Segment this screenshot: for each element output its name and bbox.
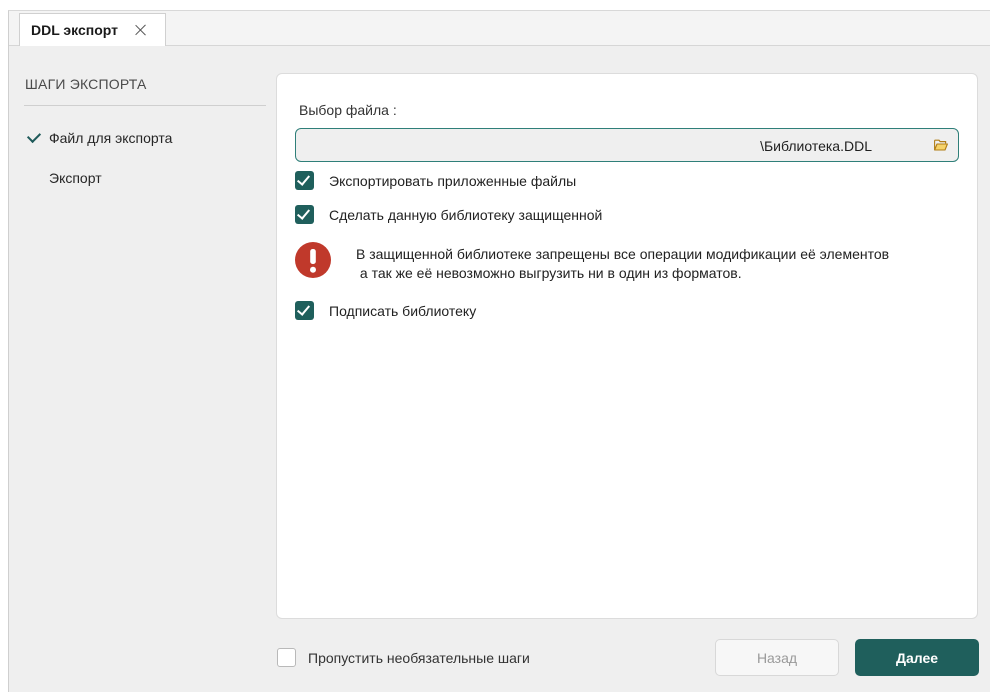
export-window: DDL экспорт ШАГИ ЭКСПОРТА Файл для экспо… [8, 10, 990, 692]
warning-line-2: а так же её невозможно выгрузить ни в од… [356, 265, 742, 281]
exclamation-icon [295, 242, 331, 278]
tab-ddl-export[interactable]: DDL экспорт [19, 13, 166, 46]
skip-optional-label: Пропустить необязательные шаги [308, 649, 530, 666]
steps-divider [24, 105, 266, 106]
next-button[interactable]: Далее [855, 639, 979, 676]
main-panel: Выбор файла : \Библиотека.DDL Экспортиро… [276, 73, 978, 619]
back-button[interactable]: Назад [715, 639, 839, 676]
file-path-value: \Библиотека.DDL [760, 138, 872, 154]
check-icon [26, 128, 42, 144]
tab-bar: DDL экспорт [9, 11, 990, 46]
close-icon[interactable] [134, 23, 148, 37]
file-label: Выбор файла : [299, 102, 397, 118]
protect-library-checkbox[interactable]: Сделать данную библиотеку защищенной [295, 205, 602, 224]
warning-text: В защищенной библиотеке запрещены все оп… [356, 245, 958, 283]
steps-title: ШАГИ ЭКСПОРТА [25, 76, 147, 92]
export-attached-checkbox[interactable]: Экспортировать приложенные файлы [295, 171, 576, 190]
checkbox-checked[interactable] [295, 171, 314, 190]
checkbox-checked[interactable] [295, 205, 314, 224]
warning-line-1: В защищенной библиотеке запрещены все оп… [356, 246, 890, 262]
step-file[interactable]: Файл для экспорта [49, 130, 172, 146]
protect-library-label: Сделать данную библиотеку защищенной [329, 206, 603, 223]
tab-title: DDL экспорт [31, 22, 118, 38]
file-path-input[interactable]: \Библиотека.DDL [295, 128, 959, 162]
step-export[interactable]: Экспорт [49, 170, 102, 186]
folder-open-icon[interactable] [934, 139, 948, 151]
skip-optional-checkbox[interactable]: Пропустить необязательные шаги [277, 648, 530, 667]
sign-library-checkbox[interactable]: Подписать библиотеку [295, 301, 476, 320]
export-attached-label: Экспортировать приложенные файлы [329, 172, 577, 189]
checkbox-unchecked[interactable] [277, 648, 296, 667]
sign-library-label: Подписать библиотеку [329, 302, 477, 319]
checkbox-checked[interactable] [295, 301, 314, 320]
